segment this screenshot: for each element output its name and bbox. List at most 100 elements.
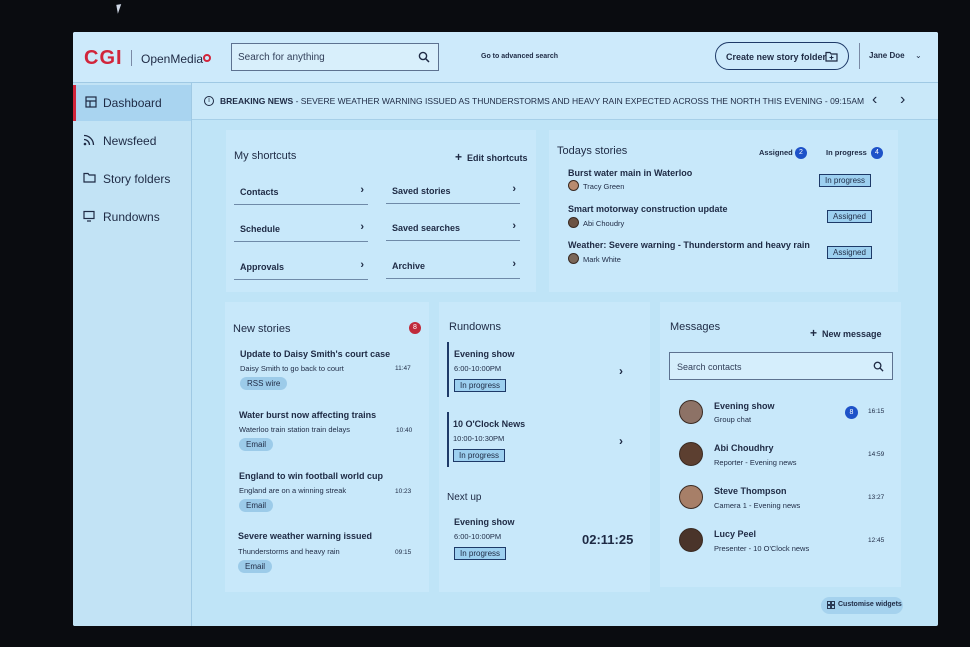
search-contacts-placeholder: Search contacts: [677, 362, 742, 372]
chevron-right-icon[interactable]: ›: [619, 434, 623, 448]
chevron-right-icon: ›: [360, 221, 364, 233]
rundown-name: Evening show: [454, 517, 515, 527]
status-badge: In progress: [453, 449, 506, 462]
shortcut-label: Contacts: [240, 187, 279, 197]
breaking-news-message: - SEVERE WEATHER WARNING ISSUED AS THUND…: [295, 96, 865, 106]
story-time: 09:15: [395, 549, 412, 556]
story-person: Tracy Green: [583, 182, 625, 191]
shortcut-label: Approvals: [240, 262, 285, 272]
story-title: Weather: Severe warning - Thunderstorm a…: [568, 240, 810, 250]
search-icon[interactable]: [873, 361, 884, 372]
story-title: Water burst now affecting trains: [239, 410, 377, 420]
chevron-right-icon: ›: [360, 259, 364, 271]
dashboard-icon: [85, 96, 97, 108]
avatar: [679, 485, 703, 509]
shortcut-label: Saved searches: [392, 223, 461, 233]
shortcut-saved-stories[interactable]: Saved stories ›: [386, 183, 520, 204]
story-time: 10:40: [396, 427, 413, 434]
chevron-right-icon[interactable]: ›: [619, 364, 623, 378]
shortcut-label: Saved stories: [392, 186, 451, 196]
story-subtitle: Daisy Smith to go back to court: [240, 364, 344, 373]
app-name: OpenMedia: [141, 52, 204, 66]
story-subtitle: England are on a winning streak: [239, 486, 347, 495]
chevron-down-icon[interactable]: ⌄: [915, 51, 922, 60]
message-subtitle: Presenter - 10 O'Clock news: [714, 544, 810, 553]
message-subtitle: Group chat: [714, 415, 752, 424]
story-subtitle: Waterloo train station train delays: [239, 425, 351, 434]
shortcut-label: Archive: [392, 261, 426, 271]
sidebar-item-newsfeed[interactable]: Newsfeed: [73, 123, 191, 159]
chevron-right-icon: ›: [512, 220, 516, 232]
edit-shortcuts-label: Edit shortcuts: [467, 153, 528, 163]
shortcuts-widget: My shortcuts + Edit shortcuts Contacts › S…: [226, 130, 536, 292]
shortcut-archive[interactable]: Archive ›: [386, 258, 520, 279]
sidebar-item-label: Rundowns: [103, 210, 160, 224]
create-story-folder-button[interactable]: Create new story folder: [715, 42, 849, 70]
shortcut-saved-searches[interactable]: Saved searches ›: [386, 220, 520, 241]
new-stories-title: New stories: [233, 323, 291, 335]
message-name: Lucy Peel: [714, 529, 757, 539]
source-tag: Email: [239, 499, 274, 512]
mouse-cursor: [116, 3, 128, 14]
rundowns-widget: Rundowns Evening show 6:00-10:00PM In pr…: [439, 302, 650, 592]
user-name[interactable]: Jane Doe: [869, 51, 905, 60]
app-screen: CGI OpenMedia Search for anything Go to …: [73, 32, 938, 626]
rundown-time: 6:00-10:00PM: [454, 364, 502, 373]
shortcut-contacts[interactable]: Contacts ›: [234, 184, 368, 205]
message-name: Steve Thompson: [714, 486, 787, 496]
monitor-icon: [83, 210, 95, 222]
unread-count-badge: 8: [845, 406, 858, 419]
messages-widget: Messages + New message Search contacts Ev…: [660, 302, 901, 587]
message-name: Evening show: [714, 401, 775, 411]
in-progress-filter[interactable]: In progress: [826, 148, 867, 157]
rundowns-title: Rundowns: [449, 321, 501, 333]
story-subtitle: Thunderstorms and heavy rain: [238, 547, 340, 556]
grid-icon: [827, 601, 835, 609]
sidebar-item-dashboard[interactable]: Dashboard: [73, 85, 191, 121]
rundown-name: Evening show: [454, 349, 515, 359]
avatar: [568, 180, 579, 191]
sidebar-item-rundowns[interactable]: Rundowns: [73, 199, 191, 235]
story-title: England to win football world cup: [239, 471, 383, 481]
plus-icon: +: [810, 326, 818, 340]
message-subtitle: Reporter - Evening news: [714, 458, 797, 467]
sidebar-item-story-folders[interactable]: Story folders: [73, 161, 191, 197]
avatar: [679, 442, 703, 466]
breaking-news-label: BREAKING NEWS: [220, 96, 294, 106]
folder-plus-icon: [825, 51, 838, 62]
customise-widgets-button[interactable]: Customise widgets: [821, 597, 903, 614]
rss-icon: [83, 134, 95, 146]
assigned-filter[interactable]: Assigned: [759, 148, 793, 157]
chevron-right-icon[interactable]: ›: [900, 91, 905, 109]
new-stories-count-badge: 8: [409, 322, 421, 334]
story-title: Burst water main in Waterloo: [568, 168, 693, 178]
chevron-left-icon[interactable]: ‹: [872, 91, 877, 109]
breaking-news-text: BREAKING NEWS - SEVERE WEATHER WARNING I…: [220, 96, 864, 106]
status-badge: In progress: [819, 174, 872, 187]
story-person: Abi Choudry: [583, 219, 625, 228]
chevron-right-icon: ›: [512, 183, 516, 195]
status-badge: In progress: [454, 547, 507, 560]
chevron-right-icon: ›: [512, 258, 516, 270]
story-title: Update to Daisy Smith's court case: [240, 349, 391, 359]
customise-widgets-label: Customise widgets: [838, 601, 902, 608]
in-progress-count-badge: 4: [871, 147, 883, 159]
messages-title: Messages: [670, 321, 721, 333]
user-divider: [859, 43, 860, 69]
breaking-news-bar: i BREAKING NEWS - SEVERE WEATHER WARNING…: [192, 83, 938, 120]
search-contacts-input[interactable]: Search contacts: [669, 352, 893, 380]
folder-icon: [83, 172, 96, 183]
edit-shortcuts-button[interactable]: + Edit shortcuts: [455, 150, 528, 164]
story-person: Mark White: [583, 255, 621, 264]
status-badge: Assigned: [827, 210, 872, 223]
global-search-input[interactable]: Search for anything: [231, 43, 439, 71]
rundown-name: 10 O'Clock News: [453, 419, 526, 429]
shortcut-approvals[interactable]: Approvals ›: [234, 259, 368, 280]
shortcut-label: Schedule: [240, 224, 281, 234]
advanced-search-link[interactable]: Go to advanced search: [481, 53, 558, 60]
create-story-folder-label: Create new story folder: [726, 52, 827, 62]
group-avatar: [679, 400, 703, 424]
new-message-button[interactable]: + New message: [810, 326, 882, 340]
shortcut-schedule[interactable]: Schedule ›: [234, 221, 368, 242]
search-icon[interactable]: [418, 51, 430, 63]
